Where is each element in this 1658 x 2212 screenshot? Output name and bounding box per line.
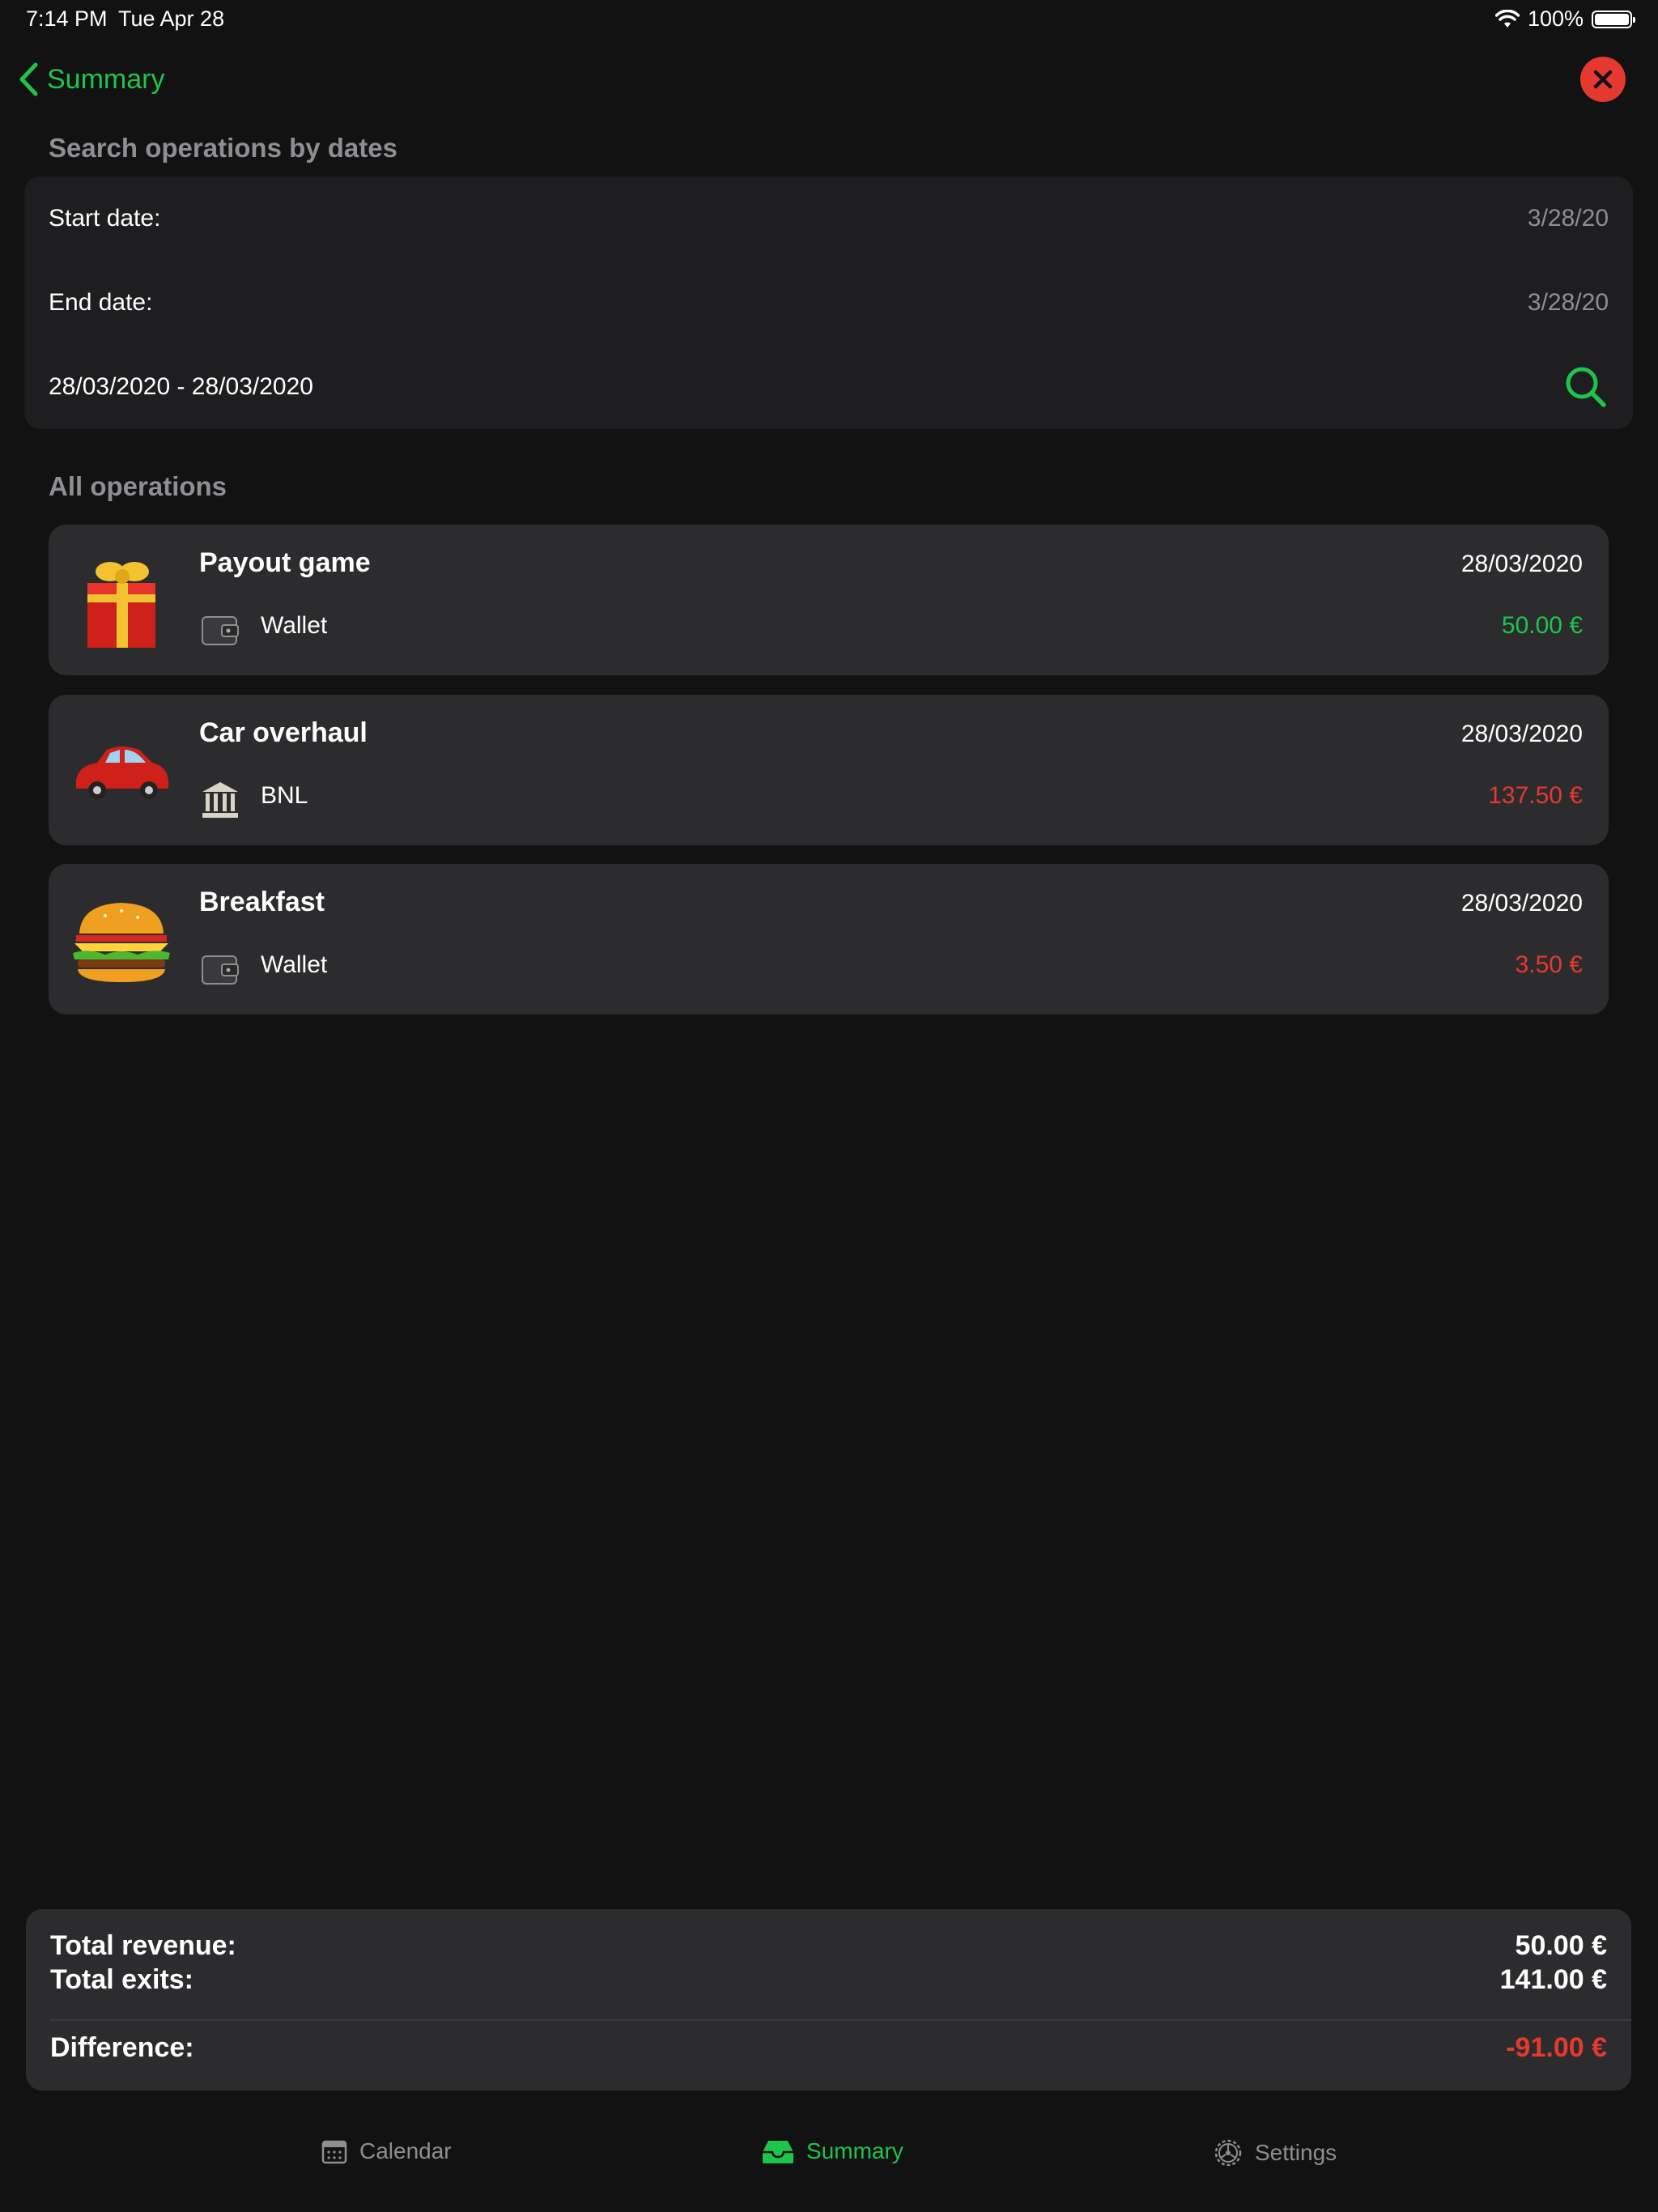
car-icon <box>76 747 168 799</box>
total-exits-row: Total exits: 141.00 € <box>50 1964 1607 1996</box>
status-date: Tue Apr 28 <box>118 6 225 31</box>
tab-bar: Calendar Summary Settings <box>0 2105 1658 2212</box>
search-card: Start date: 3/28/20 End date: 3/28/20 28… <box>24 177 1633 429</box>
total-revenue-value: 50.00 € <box>1515 1930 1607 1961</box>
start-date-value[interactable]: 3/28/20 <box>1528 205 1609 232</box>
date-range-text: 28/03/2020 - 28/03/2020 <box>49 373 313 400</box>
gear-icon <box>1214 2139 1242 2167</box>
calendar-icon <box>321 2140 347 2164</box>
operation-amount: 137.50 € <box>1488 782 1583 809</box>
operation-account: Wallet <box>261 612 328 639</box>
difference-row: Difference: -91.00 € <box>50 2032 1607 2064</box>
operation-amount: 50.00 € <box>1501 612 1583 639</box>
operation-title: Payout game <box>199 547 371 578</box>
search-icon <box>1566 367 1606 407</box>
start-date-label: Start date: <box>49 205 161 232</box>
end-date-row[interactable]: End date: 3/28/20 <box>49 279 1609 327</box>
end-date-label: End date: <box>49 289 153 316</box>
operation-date: 28/03/2020 <box>1460 890 1583 917</box>
gift-icon <box>87 562 155 648</box>
wallet-icon <box>202 616 239 645</box>
tab-calendar-label: Calendar <box>359 2138 452 2163</box>
operation-row[interactable]: Car overhaul 28/03/2020 BNL 137.50 € <box>49 695 1609 845</box>
operation-date: 28/03/2020 <box>1460 721 1583 747</box>
difference-label: Difference: <box>50 2032 194 2063</box>
search-button[interactable] <box>1563 364 1609 410</box>
tab-settings-label: Settings <box>1255 2140 1337 2165</box>
tab-calendar[interactable]: Calendar <box>321 2138 452 2165</box>
tab-summary[interactable]: Summary <box>761 2138 903 2165</box>
total-revenue-row: Total revenue: 50.00 € <box>50 1930 1607 1962</box>
tab-settings[interactable]: Settings <box>1213 2138 1337 2168</box>
burger-icon <box>73 903 170 982</box>
search-section-header: Search operations by dates <box>49 133 397 163</box>
battery-icon <box>1592 10 1635 28</box>
operation-row[interactable]: Payout game 28/03/2020 Wallet 50.00 € <box>49 525 1609 675</box>
status-indicators: 100% <box>1494 6 1635 32</box>
tab-summary-label: Summary <box>806 2138 903 2163</box>
close-button[interactable] <box>1580 57 1626 102</box>
tray-icon <box>763 2141 793 2163</box>
battery-percent: 100% <box>1527 6 1584 31</box>
operation-title: Breakfast <box>199 887 325 917</box>
totals-divider <box>50 2019 1631 2021</box>
close-icon <box>1593 70 1613 89</box>
wifi-icon <box>1494 9 1520 28</box>
chevron-left-icon <box>19 62 38 96</box>
operation-amount: 3.50 € <box>1515 951 1583 978</box>
back-label: Summary <box>47 63 165 95</box>
end-date-value[interactable]: 3/28/20 <box>1528 289 1609 317</box>
operation-account: BNL <box>261 782 308 809</box>
total-exits-label: Total exits: <box>50 1964 193 1995</box>
wallet-icon <box>202 955 239 985</box>
back-button[interactable]: Summary <box>18 58 164 100</box>
bank-icon <box>202 782 238 818</box>
operation-row[interactable]: Breakfast 28/03/2020 Wallet 3.50 € <box>49 864 1609 1015</box>
range-row: 28/03/2020 - 28/03/2020 <box>49 363 1609 411</box>
difference-value: -91.00 € <box>1506 2032 1607 2063</box>
total-exits-value: 141.00 € <box>1499 1964 1607 1995</box>
status-time: 7:14 PM <box>26 6 108 31</box>
operation-account: Wallet <box>261 951 328 978</box>
status-bar: 7:14 PM Tue Apr 28 100% <box>0 0 1658 39</box>
operation-title: Car overhaul <box>199 717 368 748</box>
operations-section-header: All operations <box>49 471 227 501</box>
totals-card: Total revenue: 50.00 € Total exits: 141.… <box>26 1909 1631 2091</box>
operation-date: 28/03/2020 <box>1460 551 1583 577</box>
start-date-row[interactable]: Start date: 3/28/20 <box>49 194 1609 243</box>
total-revenue-label: Total revenue: <box>50 1930 236 1961</box>
